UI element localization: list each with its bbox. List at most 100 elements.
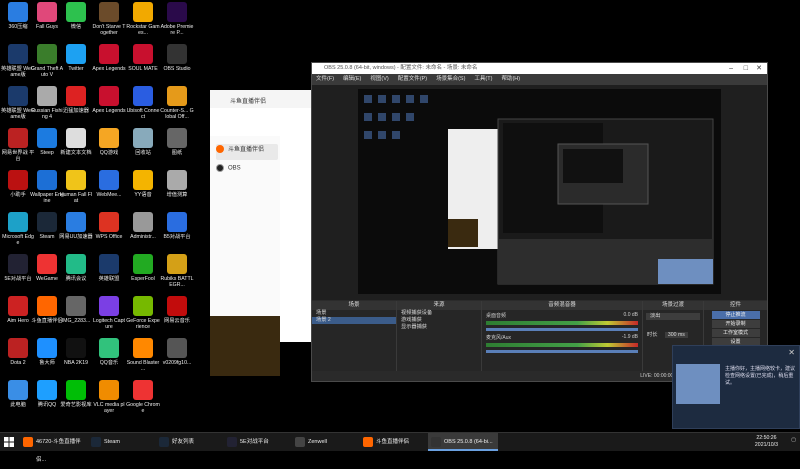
taskbar-item[interactable]: Zenwell: [292, 433, 358, 451]
desktop-icon[interactable]: OBS Studio: [160, 44, 194, 72]
taskbar-app-icon: [227, 437, 237, 447]
desktop-icon[interactable]: Apex Legends: [92, 44, 126, 72]
duration-row[interactable]: 时长 300 ms: [643, 332, 703, 339]
app-icon: [133, 128, 153, 148]
obs-menu-item[interactable]: 工具(T): [474, 76, 492, 82]
app-icon: [37, 338, 57, 358]
desktop-icon[interactable]: Adobe Premiere P...: [160, 2, 194, 36]
desktop-icon[interactable]: GeForce Experience: [126, 296, 160, 330]
desktop-icon[interactable]: IMG_2283...: [59, 296, 93, 324]
desktop-icon[interactable]: Google Chrome: [126, 380, 160, 414]
desktop-icon-label: SOUL MATE: [128, 66, 158, 72]
desktop-icon[interactable]: Don't Starve Together: [92, 2, 126, 36]
volume-slider[interactable]: [486, 328, 638, 331]
app-icon: [37, 128, 57, 148]
desktop-icon[interactable]: Twitter: [59, 44, 93, 72]
desktop-icon[interactable]: QQ音乐: [92, 338, 126, 366]
taskbar-item[interactable]: 好友列表: [156, 433, 222, 451]
app-icon: [66, 170, 86, 190]
desktop-icon[interactable]: VLC media player: [92, 380, 126, 414]
taskbar-item[interactable]: 5E对战平台: [224, 433, 290, 451]
desktop-icon-label: 增值测算: [166, 192, 188, 198]
douyu-window[interactable]: 斗鱼直播伴侣 斗鱼直播伴侣 OBS: [210, 90, 318, 376]
taskbar-item[interactable]: 46720-斗鱼直播伴侣...: [20, 433, 86, 463]
obs-menu-item[interactable]: 编辑(E): [343, 76, 361, 82]
transition-select[interactable]: 淡出: [646, 313, 700, 320]
desktop-icon[interactable]: 迅猛加速器: [59, 86, 93, 114]
obs-menu-item[interactable]: 文件(F): [316, 76, 334, 82]
desktop-icon[interactable]: NBA 2K19: [59, 338, 93, 366]
desktop-icon[interactable]: v0209fg10...: [160, 338, 194, 366]
desktop-icon[interactable]: Rubiks BATTLEGR...: [160, 254, 194, 288]
app-icon: [167, 338, 187, 358]
desktop-icon[interactable]: 图纸: [160, 128, 194, 156]
desktop-icon[interactable]: Administr...: [126, 212, 160, 240]
obs-window[interactable]: OBS 25.0.8 (64-bit, windows) - 配置文件: 未命名…: [311, 62, 768, 382]
desktop-icon[interactable]: 网易UU加速器: [59, 212, 93, 240]
app-icon: [167, 128, 187, 148]
desktop-icon[interactable]: B5对战平台: [160, 212, 194, 240]
douyu-tab-obs[interactable]: OBS: [216, 164, 278, 180]
desktop-icon[interactable]: Apex Legends: [92, 86, 126, 114]
desktop-icon[interactable]: 新建文本文档: [59, 128, 93, 156]
scene-item[interactable]: 场景 2: [312, 317, 396, 324]
minimize-icon[interactable]: –: [729, 63, 733, 74]
desktop-icon[interactable]: 英雄联盟: [92, 254, 126, 282]
desktop-icon[interactable]: SOUL MATE: [126, 44, 160, 72]
taskbar-app-icon: [159, 437, 169, 447]
desktop-icon-label: 网易云音乐: [164, 318, 190, 324]
desktop-icon-label: NBA 2K19: [64, 360, 88, 366]
app-icon: [66, 296, 86, 316]
desktop-icon[interactable]: Counter-S... Global Off...: [160, 86, 194, 120]
app-icon: [66, 86, 86, 106]
desktop-icon[interactable]: EsperFool: [126, 254, 160, 282]
desktop-icon[interactable]: WebMee...: [92, 170, 126, 198]
desktop-icon[interactable]: QQ游戏: [92, 128, 126, 156]
desktop-icon[interactable]: Sound Blaster ...: [126, 338, 160, 372]
desktop-icon[interactable]: 腾讯会议: [59, 254, 93, 282]
obs-preview-area[interactable]: [312, 85, 767, 300]
scene-item[interactable]: 场景: [312, 310, 396, 317]
maximize-icon[interactable]: □: [744, 63, 748, 74]
close-icon[interactable]: ✕: [788, 348, 795, 357]
control-button[interactable]: 停止推流: [711, 311, 760, 319]
taskbar-item[interactable]: 斗鱼直播伴侣: [360, 433, 426, 451]
desktop-icon[interactable]: 增值测算: [160, 170, 194, 198]
volume-slider[interactable]: [486, 350, 638, 353]
obs-preview-canvas[interactable]: [358, 89, 721, 294]
desktop-icon-label: 英雄联盟: [98, 276, 120, 282]
app-icon: [167, 86, 187, 106]
clock[interactable]: 22:50:26 2021/10/3: [755, 435, 778, 449]
control-button[interactable]: 开始录制: [711, 320, 760, 328]
desktop-icon[interactable]: WPS Office: [92, 212, 126, 240]
obs-menu-item[interactable]: 视图(V): [370, 76, 388, 82]
desktop-icon[interactable]: Logitech Capture: [92, 296, 126, 330]
notification-popup[interactable]: ✕ 主播你好，主播网络较卡，建议检查网络设置(已完成)，稍后重试。: [672, 345, 800, 429]
obs-menu-item[interactable]: 帮助(H): [501, 76, 520, 82]
source-item[interactable]: 视频捕获设备: [397, 310, 481, 317]
notification-center-icon[interactable]: ▢: [791, 437, 796, 455]
source-item[interactable]: 显示器捕获: [397, 324, 481, 331]
control-button[interactable]: 工作室模式: [711, 329, 760, 337]
desktop-icon[interactable]: YY语音: [126, 170, 160, 198]
desktop-icon[interactable]: 爱奇艺影视库: [59, 380, 93, 408]
desktop-icon[interactable]: 微信: [59, 2, 93, 30]
app-icon: [99, 128, 119, 148]
duration-value[interactable]: 300 ms: [664, 332, 688, 338]
windows-start-icon[interactable]: [4, 437, 14, 447]
obs-menu-item[interactable]: 场景集合(S): [436, 76, 465, 82]
desktop-icon[interactable]: 回收站: [126, 128, 160, 156]
douyu-tab-main[interactable]: 斗鱼直播伴侣: [216, 144, 278, 160]
source-item[interactable]: 游戏捕获: [397, 317, 481, 324]
taskbar-item[interactable]: OBS 25.0.8 (64-bi...: [428, 433, 498, 451]
desktop-icon-label: WebMee...: [96, 192, 122, 198]
taskbar-item[interactable]: Steam: [88, 433, 154, 451]
close-icon[interactable]: ✕: [756, 63, 762, 74]
desktop-icon[interactable]: Human Fall Flat: [59, 170, 93, 204]
desktop-icon[interactable]: Rockstar Games...: [126, 2, 160, 36]
desktop-icon-label: Don't Starve Together: [92, 24, 126, 36]
desktop-icon[interactable]: 网易云音乐: [160, 296, 194, 324]
desktop-icon[interactable]: Ubisoft Connect: [126, 86, 160, 120]
obs-menu-item[interactable]: 配置文件(P): [398, 76, 427, 82]
app-icon: [8, 254, 28, 274]
